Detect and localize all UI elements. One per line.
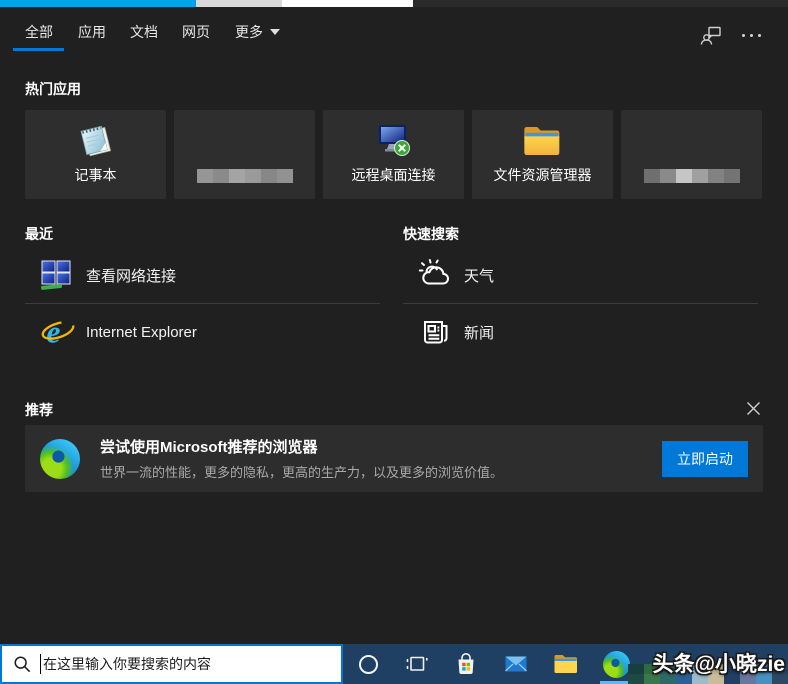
tab-more[interactable]: 更多	[235, 22, 280, 42]
quick-search-list: 天气 新闻	[403, 247, 758, 360]
store-icon[interactable]	[452, 650, 480, 678]
file-explorer-icon	[522, 120, 564, 162]
tile-label: 记事本	[74, 167, 117, 183]
edge-icon[interactable]	[602, 650, 630, 678]
edge-icon	[40, 438, 80, 479]
list-item-internet-explorer[interactable]: e Internet Explorer	[25, 304, 380, 360]
taskbar-search-input[interactable]: 在这里输入你要搜索的内容	[0, 644, 343, 684]
tile-remote-desktop[interactable]: 远程桌面连接	[323, 110, 464, 199]
tile-notepad[interactable]: 记事本	[25, 110, 166, 199]
windows-search-flyout-screen: 全部 应用 文档 网页 更多 热门应用 记事本 远程桌面连接 文件资源管理器 最…	[0, 0, 788, 684]
blurred-blue-app-icon	[225, 120, 264, 162]
tile-blurred-app-2[interactable]	[621, 110, 762, 199]
banner-subtitle: 世界一流的性能，更多的隐私，更高的生产力，以及更多的浏览价值。	[100, 465, 504, 480]
list-item-label: 查看网络连接	[86, 267, 177, 285]
recent-list: 查看网络连接 e Internet Explorer	[25, 247, 380, 360]
banner-text: 尝试使用Microsoft推荐的浏览器 世界一流的性能，更多的隐私，更高的生产力…	[100, 436, 662, 481]
blurred-app-label	[643, 169, 740, 183]
news-icon	[418, 314, 454, 350]
search-flyout: 全部 应用 文档 网页 更多 热门应用 记事本 远程桌面连接 文件资源管理器 最…	[0, 7, 788, 644]
tab-all[interactable]: 全部	[25, 22, 53, 42]
list-item-label: 天气	[464, 267, 495, 285]
tile-label: 远程桌面连接	[351, 167, 436, 183]
tile-file-explorer[interactable]: 文件资源管理器	[472, 110, 613, 199]
tile-blurred-app-1[interactable]	[174, 110, 315, 199]
banner-title: 尝试使用Microsoft推荐的浏览器	[100, 439, 318, 456]
feedback-icon[interactable]	[699, 24, 723, 48]
more-options-icon[interactable]	[742, 34, 761, 37]
active-tab-indicator	[13, 48, 64, 51]
weather-icon	[418, 257, 454, 293]
tab-web[interactable]: 网页	[182, 22, 210, 42]
list-item-label: 新闻	[464, 324, 495, 342]
list-item-news[interactable]: 新闻	[403, 304, 758, 360]
blurred-red-app-icon	[672, 120, 711, 162]
section-title-hot-apps: 热门应用	[25, 81, 81, 97]
task-view-icon[interactable]	[402, 650, 430, 678]
background-window-edge	[0, 0, 788, 7]
mail-icon[interactable]	[502, 650, 530, 678]
taskbar: 在这里输入你要搜索的内容 头条@小晓zie	[0, 644, 788, 684]
blurred-app-label	[196, 169, 293, 183]
search-placeholder: 在这里输入你要搜索的内容	[43, 656, 211, 672]
background-active-tab	[0, 0, 196, 7]
file-explorer-icon[interactable]	[552, 650, 580, 678]
list-item-network-connections[interactable]: 查看网络连接	[25, 247, 380, 303]
background-tab	[196, 0, 282, 7]
network-connections-icon	[40, 257, 76, 293]
internet-explorer-icon: e	[40, 314, 76, 350]
tab-documents[interactable]: 文档	[130, 22, 158, 42]
list-item-weather[interactable]: 天气	[403, 247, 758, 303]
list-item-label: Internet Explorer	[86, 323, 197, 341]
remote-desktop-icon	[373, 120, 415, 162]
cortana-icon[interactable]	[354, 650, 382, 678]
section-title-recommended: 推荐	[25, 402, 53, 418]
section-title-recent: 最近	[25, 226, 53, 242]
section-title-quick-search: 快速搜索	[403, 226, 459, 242]
search-icon	[13, 655, 31, 673]
watermark: 头条@小晓zie	[652, 653, 786, 676]
launch-now-button[interactable]: 立即启动	[662, 440, 748, 477]
edge-promo-banner[interactable]: 尝试使用Microsoft推荐的浏览器 世界一流的性能，更多的隐私，更高的生产力…	[25, 425, 763, 492]
tab-apps[interactable]: 应用	[78, 22, 106, 42]
chevron-down-icon	[270, 29, 280, 35]
text-cursor	[40, 654, 41, 674]
svg-text:e: e	[46, 315, 60, 350]
hot-apps-tiles: 记事本 远程桌面连接 文件资源管理器	[25, 110, 762, 199]
notepad-icon	[75, 120, 117, 162]
close-icon[interactable]	[743, 398, 763, 418]
background-tab	[282, 0, 413, 7]
tile-label: 文件资源管理器	[493, 167, 592, 183]
